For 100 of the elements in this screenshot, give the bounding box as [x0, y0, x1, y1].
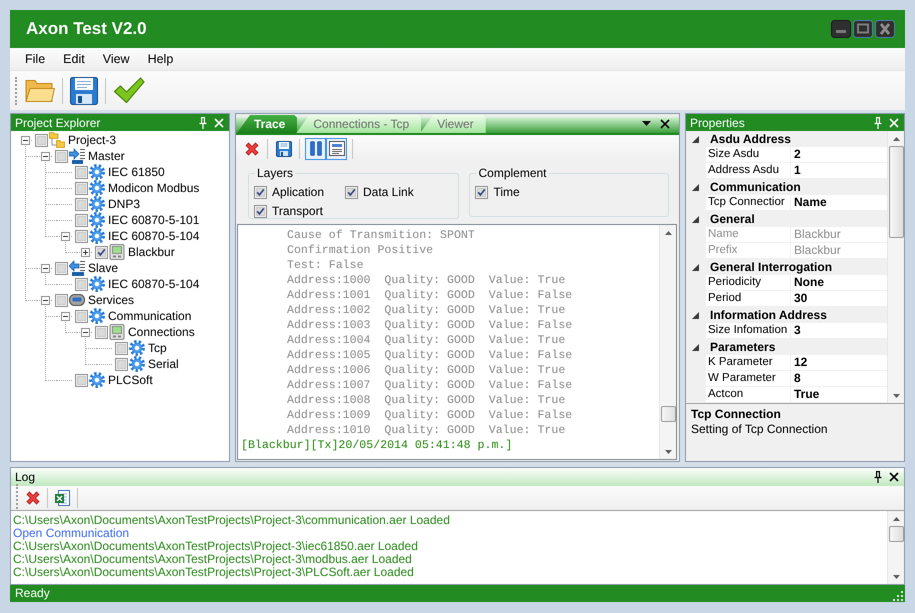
tree-item[interactable]: PLCSoft: [108, 372, 153, 388]
confirm-button[interactable]: [111, 75, 147, 106]
text-view-button[interactable]: [326, 138, 347, 160]
tree-toggle[interactable]: [60, 232, 70, 240]
scrollbar[interactable]: [659, 225, 676, 459]
tree-toggle[interactable]: [60, 312, 70, 320]
checkbox-label[interactable]: Aplication: [272, 184, 324, 200]
scrollbar-thumb[interactable]: [888, 526, 904, 542]
property-value[interactable]: None: [791, 275, 887, 290]
tree-toggle[interactable]: [80, 248, 90, 256]
scroll-up-arrow-icon[interactable]: [664, 231, 672, 235]
tree-toggle[interactable]: [80, 328, 90, 336]
tree-item[interactable]: Serial: [148, 356, 179, 372]
triangle-icon[interactable]: [692, 264, 699, 270]
scroll-down-arrow-icon[interactable]: [664, 450, 672, 454]
tree-item[interactable]: Connections: [128, 324, 195, 340]
pin-button[interactable]: [874, 471, 882, 483]
resize-grip-icon[interactable]: [893, 591, 903, 601]
tree-item[interactable]: IEC 61850: [108, 164, 165, 180]
property-value[interactable]: Name: [791, 195, 887, 210]
checkbox-label[interactable]: Transport: [272, 204, 323, 218]
tree-item[interactable]: Master: [88, 148, 125, 164]
property-value[interactable]: 2: [791, 147, 887, 162]
tree-toggle[interactable]: [40, 152, 50, 160]
checkbox-label[interactable]: Data Link: [363, 184, 414, 200]
property-value[interactable]: 8: [791, 371, 887, 386]
checkbox[interactable]: [475, 186, 488, 198]
tree-toggle[interactable]: [40, 296, 50, 304]
checkbox[interactable]: [55, 262, 68, 274]
checkbox-label[interactable]: Time: [493, 184, 520, 200]
scrollbar-thumb[interactable]: [660, 406, 676, 422]
tree-toggle[interactable]: [20, 136, 30, 144]
maximize-button[interactable]: [853, 20, 873, 38]
pause-button[interactable]: [305, 138, 326, 160]
checkbox[interactable]: [75, 182, 88, 194]
property-value[interactable]: 1: [791, 163, 887, 178]
group-box-title: Complement: [476, 166, 549, 180]
checkbox[interactable]: [115, 358, 128, 370]
triangle-icon[interactable]: [692, 216, 699, 222]
export-button[interactable]: [53, 488, 72, 508]
clear-button[interactable]: [24, 489, 42, 507]
tree-item[interactable]: DNP3: [108, 196, 140, 212]
checkbox[interactable]: [254, 186, 267, 198]
scroll-up-arrow-icon[interactable]: [892, 137, 900, 141]
checkbox[interactable]: [75, 230, 88, 242]
checkbox[interactable]: [55, 150, 68, 162]
close-button[interactable]: [660, 118, 670, 128]
minimize-button[interactable]: [831, 20, 851, 38]
checkbox[interactable]: [75, 198, 88, 210]
scrollbar[interactable]: [887, 131, 904, 403]
triangle-icon[interactable]: [692, 344, 699, 350]
tree-item[interactable]: IEC 60870-5-104: [108, 276, 200, 292]
checkbox[interactable]: [75, 310, 88, 322]
scroll-down-arrow-icon[interactable]: [892, 575, 900, 579]
checkbox[interactable]: [75, 214, 88, 226]
tree-item[interactable]: Modicon Modbus: [108, 180, 200, 196]
checkbox[interactable]: [75, 166, 88, 178]
scrollbar[interactable]: [887, 511, 904, 584]
save-button[interactable]: [68, 74, 100, 106]
property-value[interactable]: True: [791, 387, 887, 402]
menu-item[interactable]: View: [94, 49, 139, 69]
tree-item[interactable]: Blackbur: [128, 244, 175, 260]
tree-item[interactable]: Project-3: [68, 132, 116, 148]
scroll-up-arrow-icon[interactable]: [892, 517, 900, 521]
window-title: Axon Test V2.0: [26, 18, 147, 40]
property-value[interactable]: 12: [791, 355, 887, 370]
checkbox[interactable]: [95, 326, 108, 338]
tree-item[interactable]: Slave: [88, 260, 118, 276]
tree-item[interactable]: Communication: [108, 308, 192, 324]
checkbox[interactable]: [55, 294, 68, 306]
checkbox[interactable]: [95, 246, 108, 258]
checkbox[interactable]: [115, 342, 128, 354]
dropdown-button[interactable]: [642, 121, 651, 126]
tab[interactable]: Viewer: [420, 115, 486, 133]
checkbox[interactable]: [35, 134, 48, 146]
property-name: K Parameter: [706, 355, 790, 370]
menu-item[interactable]: Edit: [54, 49, 94, 69]
close-button[interactable]: [889, 472, 899, 482]
checkbox[interactable]: [75, 374, 88, 386]
checkbox[interactable]: [345, 186, 358, 198]
triangle-icon[interactable]: [692, 312, 699, 318]
tree-item[interactable]: IEC 60870-5-104: [108, 228, 200, 244]
scrollbar-thumb[interactable]: [888, 146, 904, 238]
tree-item[interactable]: Services: [88, 292, 134, 308]
triangle-icon[interactable]: [692, 136, 699, 142]
menu-item[interactable]: File: [16, 49, 54, 69]
scroll-down-arrow-icon[interactable]: [892, 394, 900, 398]
tree-item[interactable]: IEC 60870-5-101: [108, 212, 200, 228]
triangle-icon[interactable]: [692, 184, 699, 190]
tree-toggle[interactable]: [40, 264, 50, 272]
menu-item[interactable]: Help: [138, 49, 182, 69]
tree-item[interactable]: Tcp: [148, 340, 167, 356]
checkbox[interactable]: [254, 204, 267, 218]
property-value[interactable]: 30: [791, 291, 887, 306]
tab[interactable]: Trace: [237, 115, 298, 133]
property-value[interactable]: 3: [791, 323, 887, 338]
pin-icon: [874, 116, 882, 128]
trace-line: Address:1000 Quality: GOOD Value: True: [286, 273, 566, 288]
checkbox[interactable]: [75, 278, 88, 290]
tab[interactable]: Connections - Tcp: [296, 115, 422, 133]
